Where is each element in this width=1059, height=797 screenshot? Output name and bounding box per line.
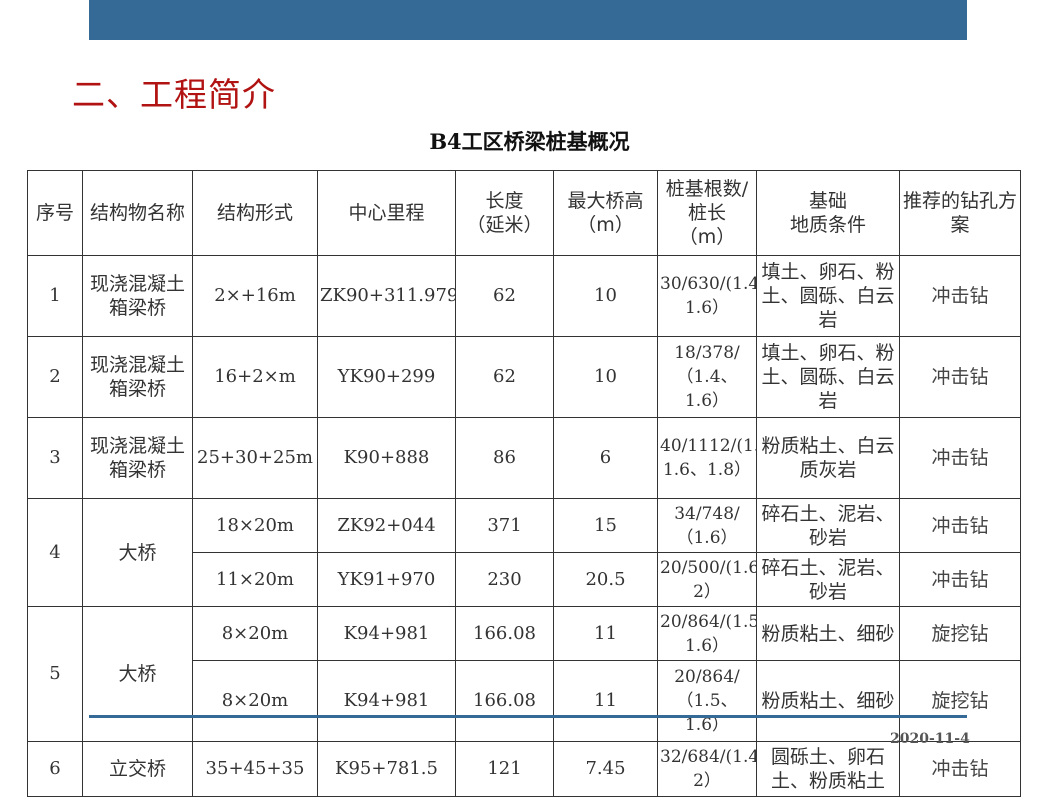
header-geology-line1: 基础 xyxy=(808,190,847,212)
cell-drill: 冲击钻 xyxy=(899,336,1021,418)
cell-drill: 冲击钻 xyxy=(899,498,1021,553)
cell-mileage: K94+981 xyxy=(317,606,456,661)
footer-date: 2020-11-4 xyxy=(890,731,970,747)
cell-pile: 20/500/(1.6、2） xyxy=(657,552,757,607)
table-row: 1 现浇混凝土箱梁桥 2×+16m ZK90+311.979 62 10 30/… xyxy=(27,255,1021,337)
cell-form: 11×20m xyxy=(192,552,318,607)
pile-foundation-table: 序号 结构物名称 结构形式 中心里程 长度 （延米） 最大桥高 （m） 桩基根数/桩… xyxy=(27,170,1021,797)
cell-geology: 填土、卵石、粉土、圆砾、白云岩 xyxy=(756,336,900,418)
table-row: 2 现浇混凝土箱梁桥 16+2×m YK90+299 62 10 18/378/… xyxy=(27,336,1021,418)
cell-height: 6 xyxy=(553,417,658,499)
header-seq: 序号 xyxy=(27,170,83,256)
cell-pile: 32/684/(1.4、2） xyxy=(657,741,757,797)
cell-drill: 旋挖钻 xyxy=(899,606,1021,661)
cell-height: 7.45 xyxy=(553,741,658,797)
header-length: 长度 （延米） xyxy=(455,170,554,256)
cell-seq: 6 xyxy=(27,741,83,797)
cell-geology: 填土、卵石、粉土、圆砾、白云岩 xyxy=(756,255,900,337)
cell-seq: 2 xyxy=(27,336,83,418)
table-title: B4工区桥梁桩基概况 xyxy=(429,129,630,154)
cell-height: 20.5 xyxy=(553,552,658,607)
cell-name: 现浇混凝土箱梁桥 xyxy=(82,255,193,337)
cell-mileage: ZK92+044 xyxy=(317,498,456,553)
cell-pile: 34/748/（1.6） xyxy=(657,498,757,553)
cell-pile: 20/864/（1.5、1.6） xyxy=(657,660,757,742)
table-row: 4 大桥 18×20m ZK92+044 371 15 34/748/（1.6）… xyxy=(27,498,1021,607)
header-pile-line2: 桩长 xyxy=(687,202,726,224)
cell-form: 8×20m xyxy=(192,606,318,661)
cell-seq: 4 xyxy=(27,498,83,607)
cell-form: 8×20m xyxy=(192,660,318,742)
cell-drill: 冲击钻 xyxy=(899,552,1021,607)
cell-name: 现浇混凝土箱梁桥 xyxy=(82,417,193,499)
cell-length: 62 xyxy=(455,255,554,337)
cell-name: 现浇混凝土箱梁桥 xyxy=(82,336,193,418)
header-pile-line3: （m） xyxy=(678,226,736,248)
cell-length: 166.08 xyxy=(455,606,554,661)
cell-mileage: ZK90+311.979 xyxy=(317,255,456,337)
cell-height: 11 xyxy=(553,660,658,742)
cell-form: 2×+16m xyxy=(192,255,318,337)
header-height-line2: （m） xyxy=(577,214,634,236)
header-row: 序号 结构物名称 结构形式 中心里程 长度 （延米） 最大桥高 （m） 桩基根数/桩… xyxy=(27,170,1021,256)
cell-length: 166.08 xyxy=(455,660,554,742)
cell-mileage: K95+781.5 xyxy=(317,741,456,797)
table-row: 5 大桥 8×20m K94+981 166.08 11 20/864/(1.5… xyxy=(27,606,1021,742)
cell-height: 15 xyxy=(553,498,658,553)
cell-drill: 冲击钻 xyxy=(899,255,1021,337)
cell-seq: 5 xyxy=(27,606,83,742)
header-mileage: 中心里程 xyxy=(317,170,456,256)
header-geology-line2: 地质条件 xyxy=(789,214,866,236)
header-geology: 基础 地质条件 xyxy=(756,170,900,256)
cell-mileage: K94+981 xyxy=(317,660,456,742)
top-banner xyxy=(89,0,967,40)
cell-form: 25+30+25m xyxy=(192,417,318,499)
cell-length: 86 xyxy=(455,417,554,499)
cell-height: 10 xyxy=(553,336,658,418)
cell-pile: 18/378/（1.4、1.6） xyxy=(657,336,757,418)
header-height: 最大桥高 （m） xyxy=(553,170,658,256)
cell-length: 371 xyxy=(455,498,554,553)
cell-length: 121 xyxy=(455,741,554,797)
cell-drill: 旋挖钻 xyxy=(899,660,1021,742)
cell-pile: 20/864/(1.5、1.6） xyxy=(657,606,757,661)
cell-height: 10 xyxy=(553,255,658,337)
cell-mileage: YK91+970 xyxy=(317,552,456,607)
header-pile: 桩基根数/桩长 （m） xyxy=(657,170,757,256)
header-drill: 推荐的钻孔方案 xyxy=(899,170,1021,256)
header-height-line1: 最大桥高 xyxy=(567,190,644,212)
cell-name: 立交桥 xyxy=(82,741,193,797)
footer-divider xyxy=(89,715,967,718)
cell-form: 35+45+35 xyxy=(192,741,318,797)
cell-pile: 40/1112/(1.4、1.6、1.8） xyxy=(657,417,757,499)
cell-drill: 冲击钻 xyxy=(899,741,1021,797)
table-row: 6 立交桥 35+45+35 K95+781.5 121 7.45 32/684… xyxy=(27,741,1021,797)
cell-geology: 圆砾土、卵石土、粉质粘土 xyxy=(756,741,900,797)
cell-length: 62 xyxy=(455,336,554,418)
cell-seq: 3 xyxy=(27,417,83,499)
cell-mileage: K90+888 xyxy=(317,417,456,499)
cell-geology: 碎石土、泥岩、砂岩 xyxy=(756,552,900,607)
cell-name: 大桥 xyxy=(82,606,193,742)
cell-height: 11 xyxy=(553,606,658,661)
header-length-line2: （延米） xyxy=(466,214,543,236)
header-form: 结构形式 xyxy=(192,170,318,256)
header-length-line1: 长度 xyxy=(485,190,524,212)
cell-geology: 粉质粘土、细砂 xyxy=(756,606,900,661)
cell-form: 18×20m xyxy=(192,498,318,553)
cell-name: 大桥 xyxy=(82,498,193,607)
cell-geology: 碎石土、泥岩、砂岩 xyxy=(756,498,900,553)
cell-mileage: YK90+299 xyxy=(317,336,456,418)
cell-length: 230 xyxy=(455,552,554,607)
header-pile-line1: 桩基根数/ xyxy=(665,178,749,200)
header-name: 结构物名称 xyxy=(82,170,193,256)
cell-seq: 1 xyxy=(27,255,83,337)
cell-drill: 冲击钻 xyxy=(899,417,1021,499)
cell-geology: 粉质粘土、白云质灰岩 xyxy=(756,417,900,499)
cell-geology: 粉质粘土、细砂 xyxy=(756,660,900,742)
cell-pile: 30/630/(1.4、1.6） xyxy=(657,255,757,337)
section-title: 二、工程简介 xyxy=(72,75,276,114)
table-row: 3 现浇混凝土箱梁桥 25+30+25m K90+888 86 6 40/111… xyxy=(27,417,1021,499)
cell-form: 16+2×m xyxy=(192,336,318,418)
